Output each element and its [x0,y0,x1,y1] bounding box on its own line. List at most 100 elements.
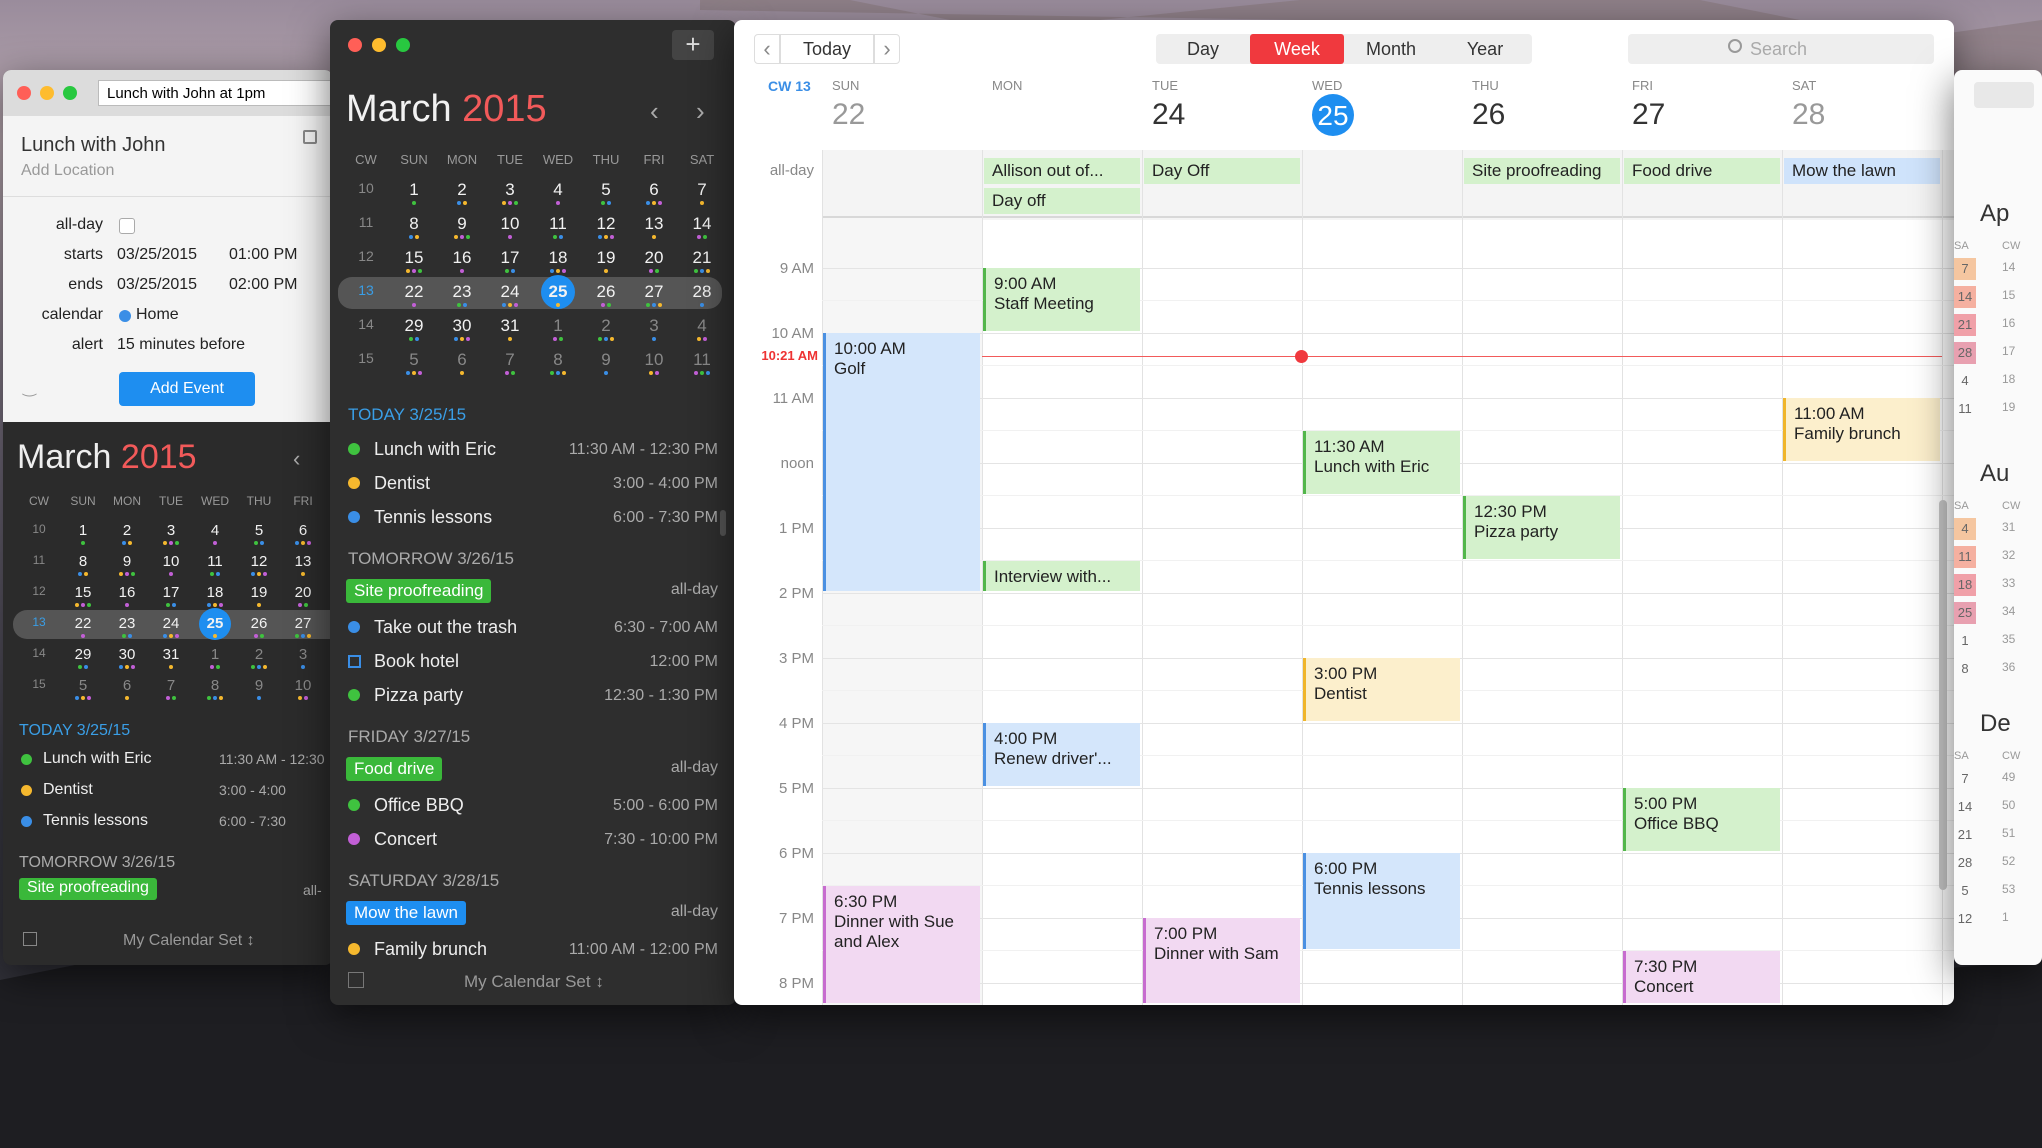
calendar-event[interactable]: 5:00 PM Office BBQ [1623,788,1780,851]
day-cell[interactable]: 4 [534,180,582,200]
starts-time[interactable]: 01:00 PM [229,246,297,264]
day-cell[interactable]: 6 [281,522,325,539]
view-tab-day[interactable]: Day [1156,34,1250,64]
calendar-event[interactable]: 6:30 PM Dinner with Sue and Alex [823,885,980,1003]
add-event-button[interactable]: Add Event [119,372,255,406]
next-week-icon[interactable]: › [874,34,900,64]
allday-event[interactable]: Allison out of... [984,158,1140,184]
day-date[interactable]: 27 [1632,98,1665,132]
day-cell[interactable]: 5 [61,677,105,694]
day-cell[interactable]: 17 [149,584,193,601]
agenda-allday-tag[interactable]: Mow the lawn [346,901,466,925]
year-day-cell[interactable]: 11 [1954,546,1976,568]
day-cell[interactable]: 31 [486,316,534,336]
year-day-cell[interactable]: 1 [1954,630,1976,652]
day-cell[interactable]: 18 [193,584,237,601]
day-cell[interactable]: 13 [281,553,325,570]
day-cell[interactable]: 15 [61,584,105,601]
agenda-allday-tag[interactable]: Food drive [346,757,443,781]
day-cell[interactable]: 1 [61,522,105,539]
year-search-field[interactable] [1974,82,2034,108]
day-cell[interactable]: 23 [438,282,486,302]
alert-select[interactable]: 15 minutes before [117,336,245,354]
calendar-event[interactable]: 10:00 AM Golf [823,333,980,591]
day-cell[interactable]: 1 [534,316,582,336]
year-day-cell[interactable]: 8 [1954,658,1976,680]
day-cell[interactable]: 16 [438,248,486,268]
day-cell[interactable]: 6 [630,180,678,200]
year-day-cell[interactable]: 5 [1954,880,1976,902]
add-location[interactable]: Add Location [21,162,114,180]
day-cell[interactable]: 8 [534,350,582,370]
allday-event[interactable]: Food drive [1624,158,1780,184]
day-cell[interactable]: 10 [281,677,325,694]
day-cell[interactable]: 27 [630,282,678,302]
allday-event[interactable]: Day off [984,188,1140,214]
quick-entry-input[interactable]: Lunch with John at 1pm [98,80,333,106]
agenda-item[interactable]: Book hotel 12:00 PM [348,651,718,679]
agenda-item-title[interactable]: Dentist [43,781,93,799]
day-cell[interactable]: 20 [630,248,678,268]
close-button[interactable] [348,38,362,52]
day-date[interactable]: 25 [1312,100,1354,132]
agenda-item[interactable]: Office BBQ 5:00 - 6:00 PM [348,795,718,823]
day-cell[interactable]: 1 [193,646,237,663]
agenda-allday-tag[interactable]: Site proofreading [346,579,492,603]
calendar-event[interactable]: 3:00 PM Dentist [1303,658,1460,721]
calendar-select[interactable]: Home [136,306,179,324]
agenda-item[interactable]: Family brunch 11:00 AM - 12:00 PM [348,939,718,967]
collapse-chevron-icon[interactable]: ‿ [23,378,36,398]
day-cell[interactable]: 9 [438,214,486,234]
view-tab-month[interactable]: Month [1344,34,1438,64]
day-cell[interactable]: 3 [486,180,534,200]
agenda-item[interactable]: Tennis lessons 6:00 - 7:30 PM [348,507,718,535]
day-cell[interactable]: 11 [534,214,582,234]
allday-event[interactable]: Site proofreading [1464,158,1620,184]
day-cell[interactable]: 3 [630,316,678,336]
day-cell[interactable]: 14 [678,214,726,234]
calendar-icon[interactable] [303,130,317,144]
small-prev-month-icon[interactable]: ‹ [293,446,300,472]
day-cell[interactable]: 27 [281,615,325,632]
day-date[interactable]: 26 [1472,98,1505,132]
close-button[interactable] [17,86,31,100]
day-cell[interactable]: 30 [105,646,149,663]
day-cell[interactable]: 26 [582,282,630,302]
day-cell[interactable]: 24 [149,615,193,632]
calendar-event[interactable]: 11:00 AM Family brunch [1783,398,1940,461]
allday-checkbox[interactable] [119,218,135,234]
year-day-cell[interactable]: 28 [1954,342,1976,364]
day-cell[interactable]: 2 [438,180,486,200]
day-cell[interactable]: 3 [149,522,193,539]
day-cell[interactable]: 2 [237,646,281,663]
ends-time[interactable]: 02:00 PM [229,276,297,294]
day-cell[interactable]: 8 [390,214,438,234]
day-cell[interactable]: 7 [678,180,726,200]
prev-month-icon[interactable]: ‹ [650,96,659,127]
day-cell[interactable]: 11 [678,350,726,370]
year-day-cell[interactable]: 21 [1954,314,1976,336]
small-site-proofreading-tag[interactable]: Site proofreading [19,878,157,900]
year-day-cell[interactable]: 7 [1954,258,1976,280]
day-date[interactable]: 22 [832,98,865,132]
agenda-scrollbar[interactable] [720,510,726,536]
agenda-item[interactable]: Take out the trash 6:30 - 7:00 AM [348,617,718,645]
agenda-item[interactable]: Lunch with Eric 11:30 AM - 12:30 PM [348,439,718,467]
day-cell[interactable]: 29 [61,646,105,663]
day-cell[interactable]: 23 [105,615,149,632]
small-calendar-set[interactable]: My Calendar Set ↕ [123,932,255,950]
day-cell[interactable]: 19 [237,584,281,601]
day-cell[interactable]: 1 [390,180,438,200]
day-cell[interactable]: 16 [105,584,149,601]
day-cell[interactable]: 5 [582,180,630,200]
calendar-set-checkbox-icon[interactable] [348,972,364,988]
event-title[interactable]: Lunch with John [21,134,166,157]
calendar-event[interactable]: 7:30 PM Concert [1623,950,1780,1003]
day-cell[interactable]: 8 [61,553,105,570]
day-cell[interactable]: 12 [237,553,281,570]
year-day-cell[interactable]: 4 [1954,370,1976,392]
day-cell[interactable]: 29 [390,316,438,336]
zoom-button[interactable] [396,38,410,52]
day-cell[interactable]: 25 [193,615,237,632]
starts-date[interactable]: 03/25/2015 [117,246,197,264]
